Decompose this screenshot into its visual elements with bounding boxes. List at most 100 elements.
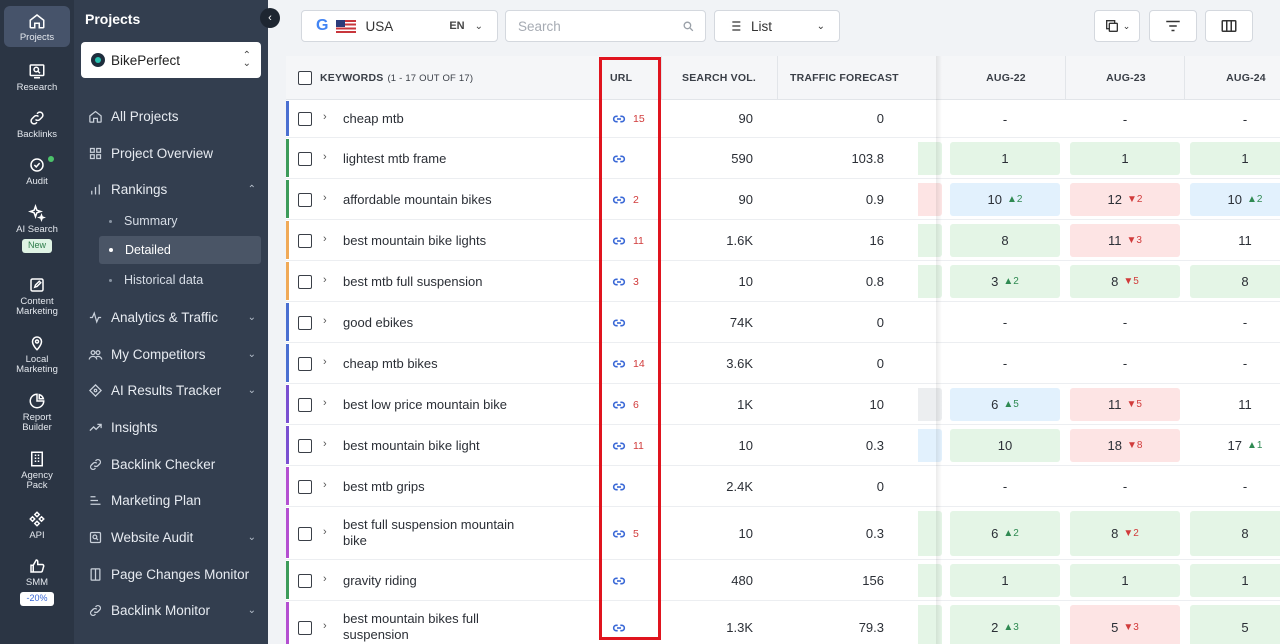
rail-research[interactable]: Research: [4, 62, 70, 93]
table-row[interactable]: › best mountain bikes full suspension 1.3K…: [286, 601, 1280, 644]
keyword-text[interactable]: best mtb grips: [343, 479, 533, 495]
expand-chevron-icon[interactable]: ›: [323, 438, 327, 450]
url-link[interactable]: [611, 620, 633, 636]
expand-chevron-icon[interactable]: ›: [323, 397, 327, 409]
expand-chevron-icon[interactable]: ›: [323, 111, 327, 123]
position-cell[interactable]: 18 ▼8: [1070, 429, 1180, 462]
position-cell[interactable]: -: [1190, 470, 1280, 503]
keyword-text[interactable]: good ebikes: [343, 315, 533, 331]
table-row[interactable]: › cheap mtb bikes 14 3.6K 0 - - -: [286, 343, 1280, 384]
row-checkbox[interactable]: [298, 315, 312, 330]
date-column-header-aug-22[interactable]: AUG-22: [946, 56, 1066, 100]
nav-ai-results-tracker[interactable]: AI Results Tracker ⌄: [88, 383, 256, 398]
expand-chevron-icon[interactable]: ›: [323, 192, 327, 204]
row-checkbox[interactable]: [298, 573, 312, 588]
url-link[interactable]: [611, 573, 633, 589]
position-cell[interactable]: 3 ▲2: [950, 265, 1060, 298]
position-cell[interactable]: 10: [950, 429, 1060, 462]
position-cell[interactable]: -: [950, 306, 1060, 339]
url-link[interactable]: [611, 151, 633, 167]
keyword-text[interactable]: cheap mtb: [343, 111, 533, 127]
checkbox[interactable]: [298, 71, 312, 85]
rail-agency-pack[interactable]: Agency Pack: [4, 450, 70, 492]
traffic-column-header[interactable]: TRAFFIC FORECAST: [790, 56, 899, 100]
row-checkbox[interactable]: [298, 192, 312, 207]
columns-button[interactable]: [1205, 10, 1253, 42]
position-cell[interactable]: -: [1070, 347, 1180, 380]
expand-chevron-icon[interactable]: ›: [323, 233, 327, 245]
nav-backlink-monitor[interactable]: Backlink Monitor ⌄: [88, 603, 256, 618]
copy-menu-button[interactable]: ⌄: [1094, 10, 1140, 42]
url-link[interactable]: [611, 479, 633, 495]
nav-backlink-checker[interactable]: Backlink Checker: [88, 457, 256, 472]
view-mode-selector[interactable]: List ⌄: [714, 10, 840, 42]
subnav-detailed[interactable]: Detailed: [99, 236, 261, 264]
subnav-summary[interactable]: Summary: [99, 207, 261, 235]
position-cell[interactable]: -: [950, 347, 1060, 380]
nav-website-audit[interactable]: Website Audit ⌄: [88, 530, 256, 545]
keyword-text[interactable]: cheap mtb bikes: [343, 356, 533, 372]
row-checkbox[interactable]: [298, 151, 312, 166]
expand-chevron-icon[interactable]: ›: [323, 315, 327, 327]
position-cell[interactable]: 1: [1190, 142, 1280, 175]
position-cell[interactable]: 11 ▼3: [1070, 224, 1180, 257]
position-cell[interactable]: 2 ▲3: [950, 605, 1060, 644]
position-cell[interactable]: 1: [950, 142, 1060, 175]
position-cell[interactable]: 6 ▲5: [950, 388, 1060, 421]
url-link[interactable]: 5: [611, 526, 639, 542]
expand-chevron-icon[interactable]: ›: [323, 620, 327, 632]
subnav-historical-data[interactable]: Historical data: [99, 266, 261, 294]
position-cell[interactable]: 8 ▼2: [1070, 511, 1180, 556]
table-row[interactable]: › best full suspension mountain bike 5 10 0.…: [286, 507, 1280, 560]
keywords-column-header[interactable]: KEYWORDS (1 - 17 OUT OF 17): [320, 56, 473, 100]
position-cell[interactable]: 5: [1190, 605, 1280, 644]
rail-report-builder[interactable]: Report Builder: [4, 392, 70, 434]
table-row[interactable]: › lightest mtb frame 590 103.8 1 1 1: [286, 138, 1280, 179]
table-row[interactable]: › good ebikes 74K 0 - - -: [286, 302, 1280, 343]
search-engine-selector[interactable]: G USA EN ⌄: [301, 10, 498, 42]
row-checkbox[interactable]: [298, 233, 312, 248]
position-cell[interactable]: 1: [950, 564, 1060, 597]
table-row[interactable]: › best mountain bike lights 11 1.6K 16 8 11 ▼3 1…: [286, 220, 1280, 261]
url-link[interactable]: 11: [611, 233, 644, 249]
position-cell[interactable]: -: [1070, 306, 1180, 339]
keyword-text[interactable]: gravity riding: [343, 573, 533, 589]
nav-rankings[interactable]: Rankings ⌃: [88, 182, 256, 197]
position-cell[interactable]: 11: [1190, 388, 1280, 421]
keyword-text[interactable]: best mountain bikes full suspension: [343, 611, 533, 644]
nav-page-changes-monitor[interactable]: Page Changes Monitor: [88, 567, 256, 582]
position-cell[interactable]: -: [1190, 306, 1280, 339]
position-cell[interactable]: 11: [1190, 224, 1280, 257]
position-cell[interactable]: 8: [1190, 265, 1280, 298]
rail-audit[interactable]: Audit: [4, 156, 70, 187]
keyword-text[interactable]: best low price mountain bike: [343, 397, 533, 413]
position-cell[interactable]: 8 ▼5: [1070, 265, 1180, 298]
url-column-header[interactable]: URL: [610, 56, 632, 100]
row-checkbox[interactable]: [298, 620, 312, 635]
url-link[interactable]: 2: [611, 192, 639, 208]
row-checkbox[interactable]: [298, 356, 312, 371]
rail-content-marketing[interactable]: Content Marketing: [4, 276, 70, 318]
collapse-sidebar-button[interactable]: ‹: [260, 8, 280, 28]
position-cell[interactable]: -: [1070, 470, 1180, 503]
expand-chevron-icon[interactable]: ›: [323, 573, 327, 585]
position-cell[interactable]: -: [1070, 104, 1180, 134]
expand-chevron-icon[interactable]: ›: [323, 479, 327, 491]
volume-column-header[interactable]: SEARCH VOL.: [682, 56, 756, 100]
table-row[interactable]: › best mtb grips 2.4K 0 - - -: [286, 466, 1280, 507]
url-link[interactable]: 14: [611, 356, 645, 372]
nav-analytics-traffic[interactable]: Analytics & Traffic ⌄: [88, 310, 256, 325]
row-checkbox[interactable]: [298, 526, 312, 541]
table-row[interactable]: › gravity riding 480 156 1 1 1: [286, 560, 1280, 601]
keyword-text[interactable]: best mountain bike lights: [343, 233, 533, 249]
rail-smm[interactable]: SMM -20%: [4, 557, 70, 607]
url-link[interactable]: 3: [611, 274, 639, 290]
row-checkbox[interactable]: [298, 112, 312, 126]
filter-button[interactable]: [1149, 10, 1197, 42]
row-checkbox[interactable]: [298, 438, 312, 453]
table-row[interactable]: › affordable mountain bikes 2 90 0.9 10 ▲2 12 ▼2…: [286, 179, 1280, 220]
position-cell[interactable]: 12 ▼2: [1070, 183, 1180, 216]
position-cell[interactable]: 10 ▲2: [1190, 183, 1280, 216]
search-input[interactable]: [518, 18, 678, 34]
url-link[interactable]: 15: [611, 111, 645, 127]
